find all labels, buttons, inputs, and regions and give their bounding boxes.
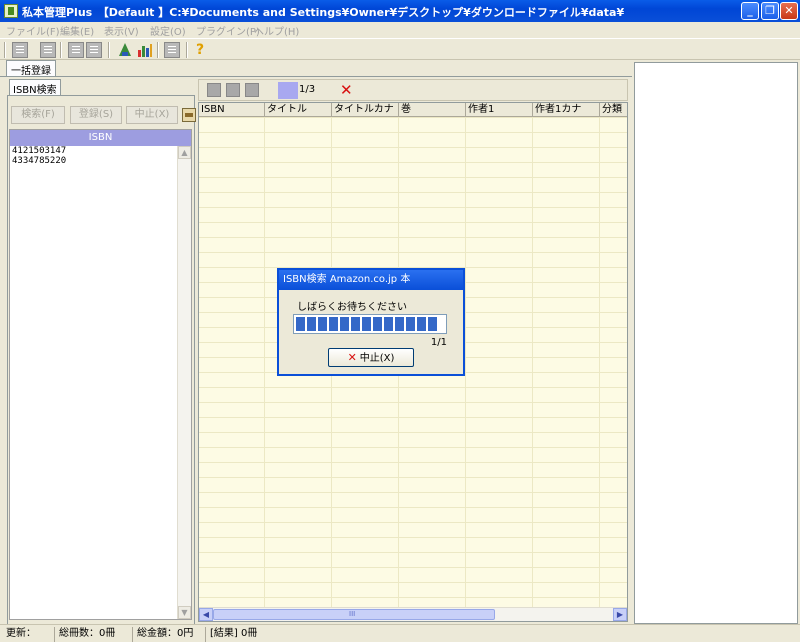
tab-bulk-register[interactable]: 一括登録 — [6, 60, 56, 77]
book-icon[interactable] — [226, 83, 240, 97]
scroll-up-icon[interactable]: ▲ — [178, 146, 191, 159]
export-icon[interactable] — [68, 42, 84, 58]
minimize-button[interactable]: _ — [741, 2, 759, 20]
grid-horizontal-scrollbar[interactable]: ◀ III ▶ — [199, 607, 627, 621]
progress-segment — [318, 317, 327, 331]
toolbar-separator — [157, 42, 159, 58]
toolbar-separator — [108, 42, 110, 58]
progress-count: 1/1 — [430, 337, 447, 348]
page-indicator-text: 1/3 — [299, 84, 316, 95]
dialog-cancel-button[interactable]: ✕ 中止(X) — [328, 348, 414, 367]
menu-plugin[interactable]: プラグイン(P) — [196, 23, 260, 38]
progress-bar — [293, 314, 447, 334]
status-result: [結果] 0冊 — [205, 627, 265, 642]
toolbar: ? — [0, 38, 800, 60]
copy-icon[interactable] — [40, 42, 56, 58]
tab-divider — [0, 76, 632, 77]
chart-icon[interactable] — [137, 42, 153, 58]
tab-isbn-search[interactable]: ISBN検索 — [9, 79, 61, 96]
col-author1[interactable]: 作者1 — [466, 103, 533, 117]
new-icon[interactable] — [12, 42, 28, 58]
grid-header: ISBN タイトル タイトルカナ 巻 作者1 作者1カナ 分類 — [199, 103, 627, 117]
status-bar: 更新： 総冊数：0冊 総金額：0円 [結果] 0冊 — [0, 624, 800, 642]
col-isbn[interactable]: ISBN — [199, 103, 265, 117]
detail-panel[interactable] — [634, 62, 798, 624]
progress-segment — [340, 317, 349, 331]
page-indicator: 1/3 — [278, 82, 338, 99]
help-icon[interactable]: ? — [196, 42, 212, 58]
col-author1-kana[interactable]: 作者1カナ — [533, 103, 600, 117]
dialog-title[interactable]: ISBN検索 Amazon.co.jp 本 — [279, 270, 463, 290]
progress-segment — [406, 317, 415, 331]
col-title-kana[interactable]: タイトルカナ — [332, 103, 399, 117]
col-title[interactable]: タイトル — [265, 103, 332, 117]
import-file-icon[interactable] — [182, 108, 196, 122]
status-total-books: 総冊数：0冊 — [54, 627, 130, 642]
book-icon[interactable] — [245, 83, 259, 97]
dialog-cancel-label: 中止(X) — [359, 353, 395, 364]
book-icon[interactable] — [207, 83, 221, 97]
progress-segment — [296, 317, 305, 331]
menu-file[interactable]: ファイル(F) — [6, 23, 60, 38]
scroll-right-icon[interactable]: ▶ — [613, 608, 627, 621]
column-gridline — [599, 117, 600, 607]
menu-view[interactable]: 表示(V) — [104, 23, 139, 38]
column-gridline — [264, 117, 265, 607]
menu-bar: ファイル(F) 編集(E) 表示(V) 設定(O) プラグイン(P) ヘルプ(H… — [0, 22, 800, 38]
import-icon[interactable] — [86, 42, 102, 58]
col-category[interactable]: 分類 — [600, 103, 627, 117]
search-button[interactable]: 検索(F) — [11, 106, 65, 124]
progress-segment — [307, 317, 316, 331]
register-button[interactable]: 登録(S) — [70, 106, 122, 124]
window-title: 私本管理Plus 【Default 】C:¥Documents and Sett… — [22, 6, 625, 19]
progress-segment — [395, 317, 404, 331]
toolbar-separator — [186, 42, 188, 58]
progress-segment — [362, 317, 371, 331]
progress-segment — [384, 317, 393, 331]
scrollbar-grip: III — [349, 610, 356, 618]
dialog-message: しばらくお待ちください — [297, 302, 407, 313]
scroll-left-icon[interactable]: ◀ — [199, 608, 213, 621]
tree-icon[interactable] — [117, 42, 133, 58]
page-progress-fill — [278, 82, 298, 99]
status-total-amount: 総金額：0円 — [132, 627, 204, 642]
column-gridline — [465, 117, 466, 607]
progress-segment — [417, 317, 426, 331]
column-gridline — [532, 117, 533, 607]
isbn-entry[interactable]: 4334785220 — [10, 156, 191, 166]
isbn-search-dialog: ISBN検索 Amazon.co.jp 本 しばらくお待ちください 1/1 ✕ 中… — [277, 268, 465, 376]
isbn-entry[interactable]: 4121503147 — [10, 146, 191, 156]
toolbar-separator — [60, 42, 62, 58]
cancel-icon: ✕ — [347, 351, 357, 364]
toolbar-separator — [4, 42, 6, 58]
isbn-list-header: ISBN — [10, 130, 191, 146]
stop-button[interactable]: 中止(X) — [126, 106, 178, 124]
restore-button[interactable]: ❐ — [761, 2, 779, 20]
app-icon[interactable] — [4, 4, 18, 18]
progress-segment — [428, 317, 437, 331]
print-icon[interactable] — [164, 42, 180, 58]
menu-settings[interactable]: 設定(O) — [150, 23, 186, 38]
close-button[interactable]: ✕ — [780, 2, 798, 20]
scroll-down-icon[interactable]: ▼ — [178, 606, 191, 619]
progress-segment — [373, 317, 382, 331]
menu-edit[interactable]: 編集(E) — [60, 23, 94, 38]
col-volume[interactable]: 巻 — [399, 103, 466, 117]
cancel-icon[interactable]: ✕ — [340, 82, 353, 98]
progress-segment — [329, 317, 338, 331]
isbn-list-scrollbar[interactable]: ▲ ▼ — [177, 146, 191, 619]
title-bar[interactable]: 私本管理Plus 【Default 】C:¥Documents and Sett… — [0, 0, 800, 22]
status-updated: 更新： — [6, 628, 36, 639]
menu-help[interactable]: ヘルプ(H) — [254, 23, 299, 38]
isbn-list[interactable]: ISBN 4121503147 4334785220 ▲ ▼ — [9, 129, 192, 620]
result-toolbar — [198, 79, 628, 101]
progress-segment — [351, 317, 360, 331]
